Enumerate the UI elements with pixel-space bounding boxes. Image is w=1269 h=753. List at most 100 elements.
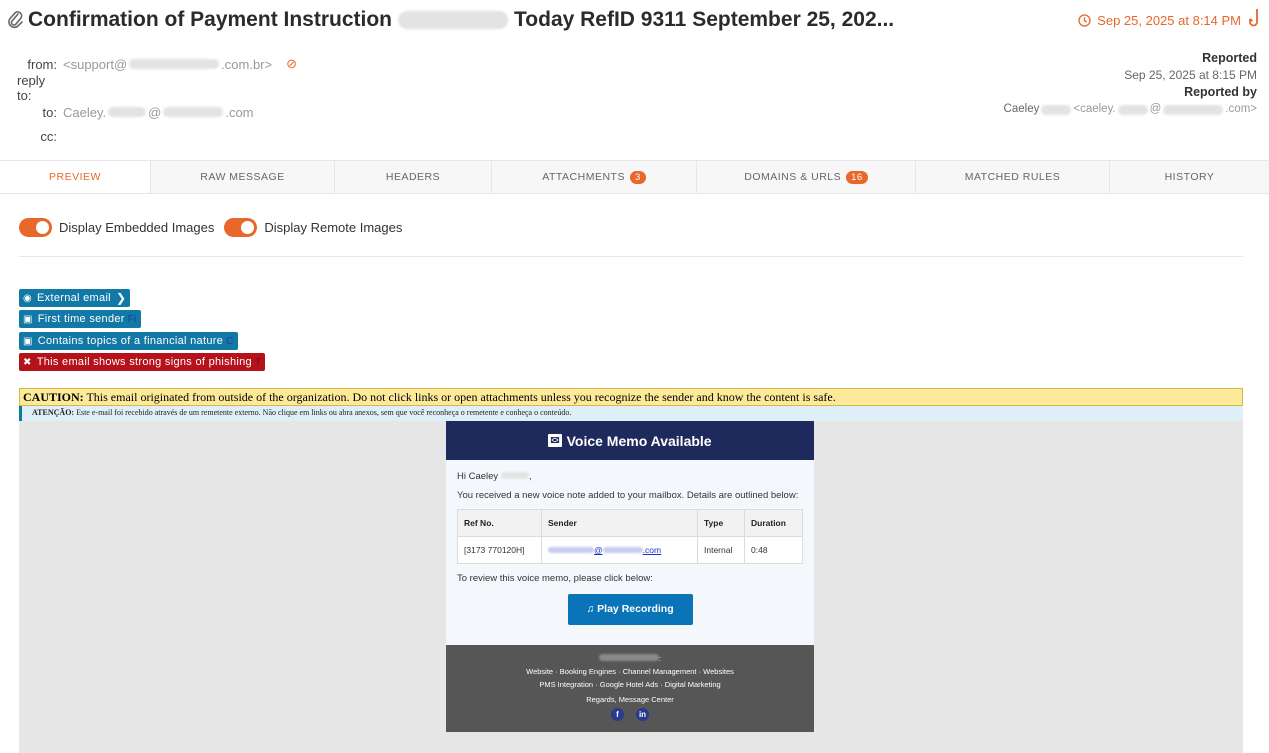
column-header: Sender bbox=[541, 509, 698, 537]
received-date: Sep 25, 2025 at 8:14 PM bbox=[1078, 13, 1241, 28]
sender-link[interactable]: @ .com bbox=[548, 545, 661, 555]
tag-tail: Fi bbox=[127, 313, 137, 325]
tab-headers[interactable]: HEADERS bbox=[335, 161, 492, 193]
redacted-block bbox=[163, 107, 224, 117]
memo-footer: : Website · Booking Engines · Channel Ma… bbox=[446, 645, 814, 732]
tag-first-time-sender[interactable]: ▣ First time sender Fi bbox=[19, 310, 141, 328]
from-value[interactable]: <support@ .com.br> ⊘ bbox=[63, 56, 297, 72]
remote-images-label: Display Remote Images bbox=[264, 220, 403, 235]
footer-company: : bbox=[446, 654, 814, 663]
table-row: [3173 770120H] @ .com Internal 0:48 bbox=[457, 536, 803, 564]
tag-external-email[interactable]: ◉ External email ❯ bbox=[19, 289, 131, 307]
greeting-text: Hi Caeley bbox=[457, 471, 499, 482]
to-suffix: .com bbox=[225, 104, 254, 120]
tag-label: External email bbox=[37, 292, 111, 304]
received-date-text: Sep 25, 2025 at 8:14 PM bbox=[1097, 13, 1241, 28]
footer-links-2: PMS Integration · Google Hotel Ads · Dig… bbox=[539, 680, 721, 689]
sender-mid: @ bbox=[594, 545, 603, 555]
reported-label: Reported bbox=[1202, 51, 1257, 65]
to-mid: @ bbox=[148, 104, 162, 120]
atencao-text: Este e-mail foi recebido através de um r… bbox=[76, 408, 572, 417]
redacted-block bbox=[1117, 104, 1148, 115]
caution-label: CAUTION: bbox=[23, 390, 84, 404]
reported-by-label: Reported by bbox=[1184, 85, 1257, 99]
tab-label: DOMAINS & URLS bbox=[744, 171, 842, 183]
redacted-block bbox=[500, 472, 529, 479]
footer-regards: Regards, Message Center bbox=[586, 695, 674, 704]
tag-financial-topics[interactable]: ▣ Contains topics of a financial nature … bbox=[19, 332, 238, 350]
column-header: Ref No. bbox=[457, 509, 542, 537]
email-subject: Confirmation of Payment Instruction Toda… bbox=[28, 8, 894, 32]
embedded-images-toggle[interactable] bbox=[19, 218, 52, 237]
reported-panel: Reported Sep 25, 2025 at 8:15 PM Reporte… bbox=[1004, 50, 1257, 118]
tab-label: HEADERS bbox=[385, 171, 441, 183]
memo-greeting: Hi Caeley , bbox=[457, 471, 532, 482]
tab-history[interactable]: HISTORY bbox=[1110, 161, 1269, 193]
cc-label: cc: bbox=[40, 128, 57, 144]
duration-cell: 0:48 bbox=[744, 536, 803, 564]
tab-raw-message[interactable]: RAW MESSAGE bbox=[151, 161, 335, 193]
voice-memo-card: ✉ Voice Memo Available Hi Caeley , You r… bbox=[446, 421, 814, 732]
block-sender-icon[interactable]: ⊘ bbox=[286, 56, 297, 72]
tab-label: HISTORY bbox=[1164, 171, 1215, 183]
tab-preview[interactable]: PREVIEW bbox=[0, 161, 151, 193]
caution-text: This email originated from outside of th… bbox=[86, 390, 836, 404]
tag-phishing-signs[interactable]: ✖ This email shows strong signs of phish… bbox=[19, 353, 266, 371]
facebook-icon[interactable]: f bbox=[611, 708, 624, 721]
email-meta: from: <support@ .com.br> ⊘ reply to: to:… bbox=[0, 52, 297, 148]
subject-suffix: Today RefID 9311 September 25, 202... bbox=[514, 8, 895, 31]
redacted-block bbox=[598, 654, 659, 661]
button-label: Play Recording bbox=[597, 603, 674, 615]
table-header-row: Ref No. Sender Type Duration bbox=[457, 509, 803, 537]
tab-attachments[interactable]: ATTACHMENTS 3 bbox=[492, 161, 697, 193]
sender-cell: @ .com bbox=[541, 536, 698, 564]
footer-links-1: Website · Booking Engines · Channel Mana… bbox=[526, 667, 734, 676]
caution-banner: CAUTION: This email originated from outs… bbox=[19, 388, 1243, 406]
redacted-block bbox=[1163, 104, 1224, 115]
tab-label: ATTACHMENTS bbox=[542, 171, 625, 183]
tab-label: MATCHED RULES bbox=[964, 171, 1061, 183]
social-links: f in bbox=[446, 708, 814, 721]
to-value[interactable]: Caeley. @ .com bbox=[63, 105, 254, 120]
clock-icon bbox=[1078, 14, 1091, 27]
column-header: Duration bbox=[744, 509, 803, 537]
to-label: to: bbox=[42, 104, 57, 120]
remote-images-toggle[interactable] bbox=[224, 218, 258, 237]
type-cell: Internal bbox=[697, 536, 745, 564]
tab-domains-urls[interactable]: DOMAINS & URLS 16 bbox=[697, 161, 916, 193]
tab-matched-rules[interactable]: MATCHED RULES bbox=[916, 161, 1110, 193]
tab-label: RAW MESSAGE bbox=[200, 171, 285, 183]
email-preview: CAUTION: This email originated from outs… bbox=[19, 388, 1243, 753]
to-row: to: Caeley. @ .com bbox=[0, 100, 297, 124]
image-icon: ▣ bbox=[23, 335, 33, 347]
globe-icon: ◉ bbox=[23, 292, 33, 304]
tag-label: First time sender bbox=[37, 313, 125, 325]
redacted-block bbox=[108, 107, 147, 117]
chevron-right-icon: ❯ bbox=[115, 291, 127, 305]
x-circle-icon: ✖ bbox=[23, 356, 32, 368]
reported-by-value: Caeley <caeley. @ .com> bbox=[1004, 101, 1257, 118]
embedded-images-label: Display Embedded Images bbox=[59, 220, 215, 235]
reporter-mid: @ bbox=[1149, 103, 1162, 115]
linkedin-icon[interactable]: in bbox=[636, 708, 649, 721]
cc-row: cc: bbox=[0, 124, 297, 148]
redacted-block bbox=[548, 547, 594, 553]
phish-hook-icon[interactable] bbox=[1249, 8, 1261, 30]
atencao-label: ATENÇÃO: bbox=[32, 408, 75, 417]
memo-title: Voice Memo Available bbox=[566, 432, 712, 449]
subject-prefix: Confirmation of Payment Instruction bbox=[28, 8, 393, 31]
tab-label: PREVIEW bbox=[49, 171, 101, 183]
to-prefix: Caeley. bbox=[63, 104, 107, 120]
memo-review-text: To review this voice memo, please click … bbox=[457, 573, 653, 584]
music-note-icon: ♫ bbox=[586, 603, 595, 615]
redacted-block bbox=[129, 59, 220, 69]
tag-tail: T bbox=[254, 356, 262, 368]
tag-label: Contains topics of a financial nature bbox=[37, 335, 224, 347]
memo-body: Hi Caeley , You received a new voice not… bbox=[446, 460, 814, 625]
attachments-count-badge: 3 bbox=[629, 170, 646, 184]
reported-date: Sep 25, 2025 at 8:15 PM bbox=[1124, 68, 1257, 82]
divider bbox=[19, 256, 1243, 257]
from-suffix: .com.br> bbox=[221, 56, 273, 72]
play-recording-button[interactable]: ♫ Play Recording bbox=[567, 594, 693, 625]
memo-header: ✉ Voice Memo Available bbox=[446, 421, 814, 460]
